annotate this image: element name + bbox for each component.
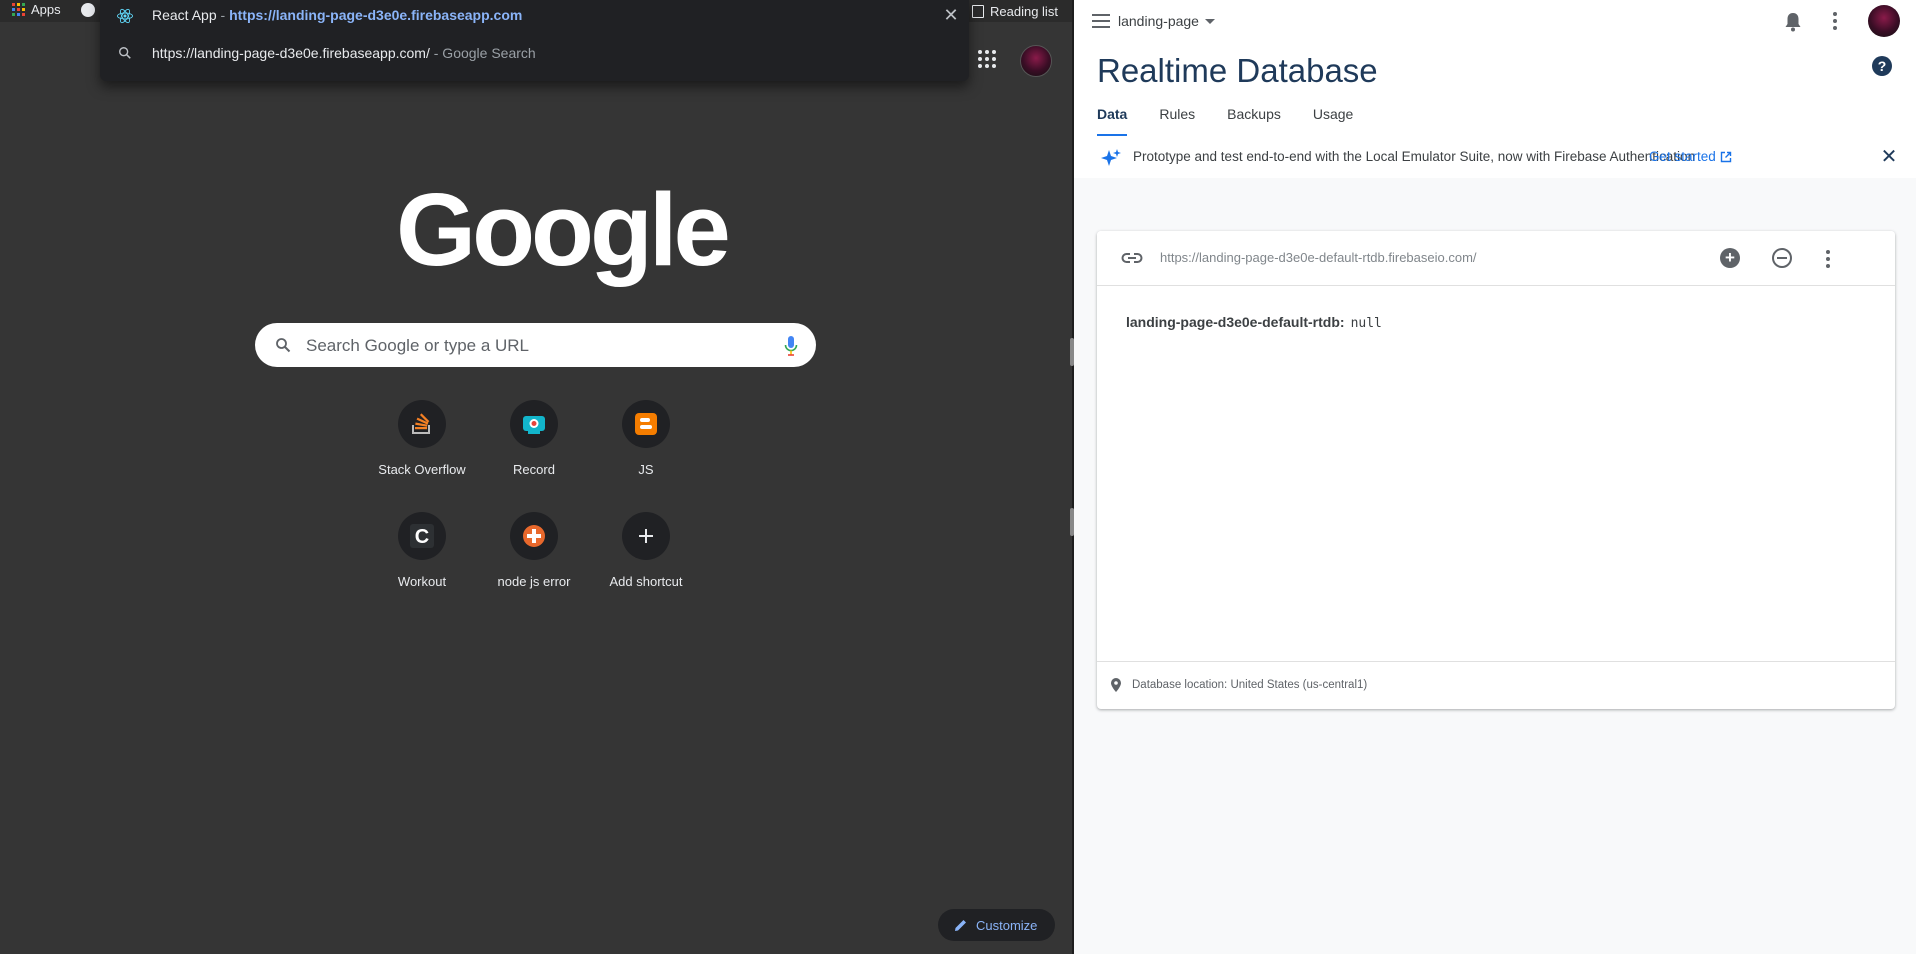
hamburger-menu-icon[interactable] — [1092, 14, 1110, 28]
react-icon — [117, 8, 133, 24]
globe-bookmark[interactable] — [81, 3, 95, 17]
remove-circle-icon[interactable] — [1772, 248, 1792, 268]
search-icon — [119, 47, 131, 59]
microphone-icon[interactable] — [784, 335, 798, 357]
tab-backups[interactable]: Backups — [1227, 106, 1281, 136]
sparkle-icon — [1101, 149, 1121, 166]
reading-list-icon — [972, 4, 984, 18]
avatar[interactable] — [1020, 45, 1052, 77]
svg-text:C: C — [415, 526, 429, 548]
omnibox-dropdown: React App - https://landing-page-d3e0e.f… — [100, 0, 969, 81]
close-icon[interactable]: ✕ — [1880, 147, 1898, 167]
root-key-text: landing-page-d3e0e-default-rtdb — [1126, 314, 1340, 330]
help-icon[interactable]: ? — [1872, 56, 1892, 76]
database-card: https://landing-page-d3e0e-default-rtdb.… — [1097, 231, 1895, 709]
bell-icon[interactable] — [1784, 12, 1802, 32]
globe-icon — [81, 3, 95, 17]
avatar[interactable] — [1868, 5, 1900, 37]
record-icon — [510, 400, 558, 448]
omnibox-suggestion-suffix: - Google Search — [433, 45, 536, 61]
banner-text: Prototype and test end-to-end with the L… — [1133, 149, 1696, 164]
omnibox-tab-title: React App — [152, 7, 217, 23]
shortcut-label: node js error — [497, 574, 571, 589]
shortcut-label: Workout — [397, 574, 447, 589]
tab-usage[interactable]: Usage — [1313, 106, 1353, 136]
tab-data[interactable]: Data — [1097, 106, 1128, 136]
open-in-new-icon — [1720, 151, 1731, 162]
search-placeholder: Search Google or type a URL — [306, 336, 530, 355]
database-location: Database location: United States (us-cen… — [1132, 679, 1368, 691]
page-header: Realtime Database ? Data Rules Backups U… — [1074, 44, 1916, 137]
tab-rules[interactable]: Rules — [1159, 106, 1195, 136]
tab-bar: Data Rules Backups Usage — [1097, 106, 1353, 136]
project-selector[interactable]: landing-page — [1118, 13, 1215, 29]
database-url-bar: https://landing-page-d3e0e-default-rtdb.… — [1097, 231, 1895, 286]
database-url[interactable]: https://landing-page-d3e0e-default-rtdb.… — [1160, 250, 1477, 265]
shortcut-label: JS — [638, 462, 654, 477]
database-footer: Database location: United States (us-cen… — [1097, 661, 1895, 709]
shortcut-label: Add shortcut — [609, 574, 683, 589]
close-icon[interactable]: ✕ — [941, 5, 961, 25]
emulator-banner: Prototype and test end-to-end with the L… — [1074, 136, 1916, 178]
google-apps-icon[interactable] — [978, 50, 996, 68]
omnibox-suggestion-url: https://landing-page-d3e0e.firebaseapp.c… — [152, 45, 430, 61]
customize-button[interactable]: Customize — [938, 909, 1055, 941]
chrome-new-tab-window: Apps Reading list React App - https://la… — [0, 0, 1072, 954]
root-value: null — [1350, 316, 1382, 331]
google-logo: Google — [396, 172, 731, 287]
more-vert-icon[interactable] — [1826, 250, 1830, 268]
location-pin-icon — [1111, 678, 1121, 692]
apps-grid-icon — [12, 3, 25, 16]
reading-list-button[interactable]: Reading list — [972, 0, 1058, 22]
shortcut-js[interactable]: JS — [590, 400, 702, 477]
omnibox-separator: - — [220, 7, 226, 23]
root-key: landing-page-d3e0e-default-rtdb: — [1126, 314, 1345, 330]
get-started-label: Get started — [1649, 149, 1716, 164]
blogger-icon — [622, 400, 670, 448]
shortcut-stack-overflow[interactable]: Stack Overflow — [366, 400, 478, 477]
node-error-icon — [510, 512, 558, 560]
shortcut-node-js-error[interactable]: node js error — [478, 512, 590, 589]
reading-list-label: Reading list — [990, 3, 1058, 19]
omnibox-search-suggestion[interactable]: https://landing-page-d3e0e.firebaseapp.c… — [100, 40, 969, 68]
caret-down-icon — [1204, 18, 1215, 24]
omnibox-tab-suggestion[interactable]: React App - https://landing-page-d3e0e.f… — [100, 0, 969, 32]
shortcut-label: Stack Overflow — [378, 462, 466, 477]
firebase-console-window: landing-page Realtime Database ? Data Ru… — [1074, 0, 1916, 954]
workout-c-icon: C — [398, 512, 446, 560]
omnibox-tab-url: https://landing-page-d3e0e.firebaseapp.c… — [229, 7, 523, 23]
shortcut-workout[interactable]: C Workout — [366, 512, 478, 589]
get-started-link[interactable]: Get started — [1649, 149, 1732, 164]
shortcut-record[interactable]: Record — [478, 400, 590, 477]
link-icon[interactable] — [1121, 251, 1143, 265]
apps-bookmark-label: Apps — [31, 2, 61, 17]
omnibox-title: React App - https://landing-page-d3e0e.f… — [152, 7, 522, 23]
omnibox-suggestion-text: https://landing-page-d3e0e.firebaseapp.c… — [152, 45, 536, 61]
add-shortcut-button[interactable]: Add shortcut — [590, 512, 702, 589]
shortcut-label: Record — [513, 462, 555, 477]
more-vert-icon[interactable] — [1833, 12, 1837, 30]
plus-icon — [622, 512, 670, 560]
database-root-node[interactable]: landing-page-d3e0e-default-rtdb: null — [1126, 314, 1382, 331]
stack-overflow-icon — [398, 400, 446, 448]
add-circle-icon[interactable]: + — [1720, 248, 1740, 268]
apps-bookmark[interactable]: Apps — [12, 2, 61, 17]
page-title: Realtime Database — [1097, 52, 1378, 89]
pencil-icon — [955, 920, 966, 931]
search-icon — [276, 338, 291, 353]
search-input[interactable]: Search Google or type a URL — [255, 323, 816, 367]
firebase-top-bar: landing-page — [1074, 0, 1916, 44]
customize-label: Customize — [976, 917, 1038, 933]
project-name: landing-page — [1118, 13, 1199, 29]
